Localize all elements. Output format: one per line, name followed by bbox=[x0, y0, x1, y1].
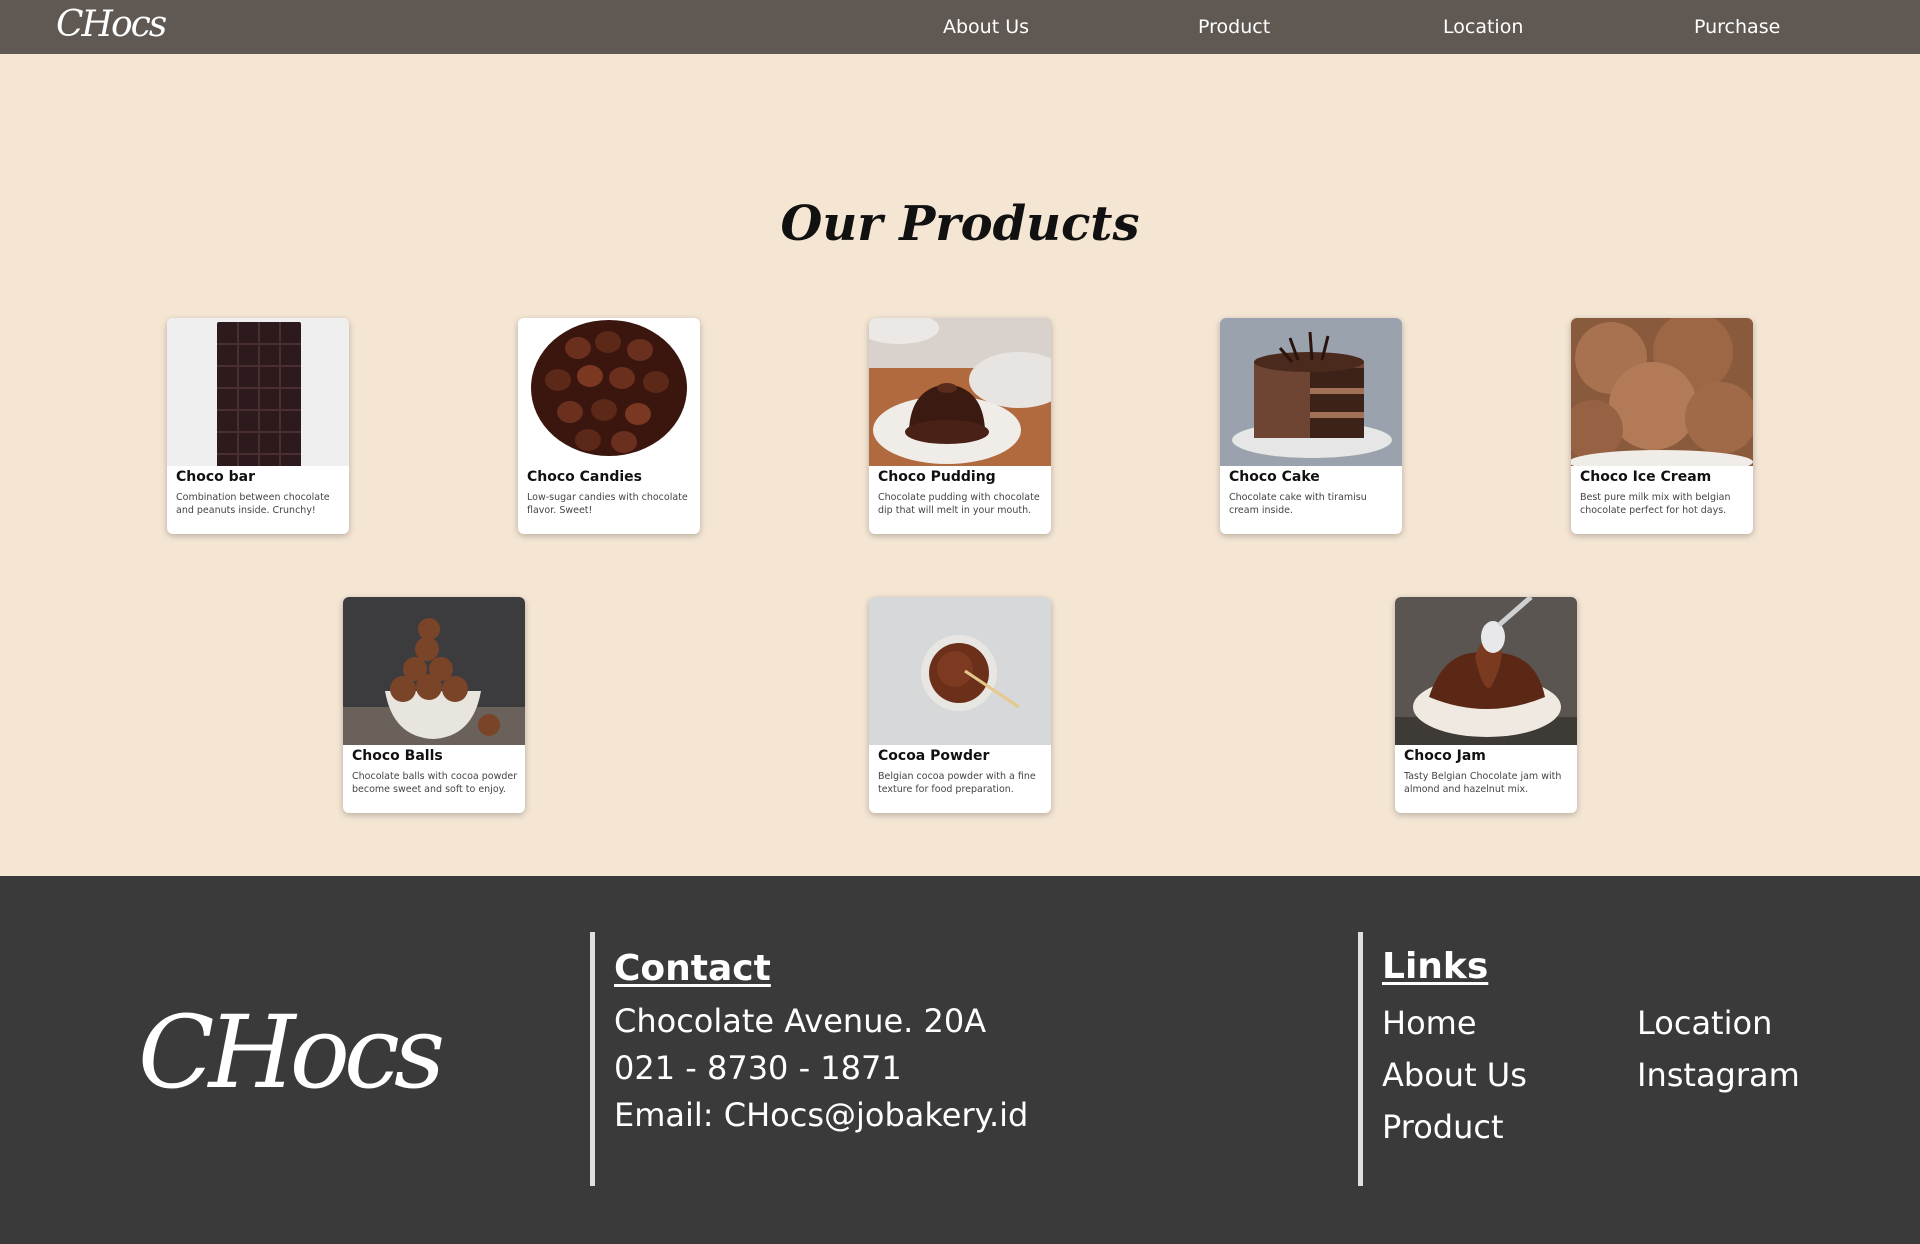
footer-link-instagram[interactable]: Instagram bbox=[1637, 1056, 1800, 1094]
product-description: Chocolate cake with tiramisu cream insid… bbox=[1229, 492, 1367, 516]
footer-divider bbox=[590, 932, 595, 1186]
contact-address: Chocolate Avenue. 20A bbox=[614, 1002, 987, 1040]
product-card-choco-candies[interactable]: Choco Candies Low-sugar candies with cho… bbox=[518, 318, 700, 534]
nav-link-about-us[interactable]: About Us bbox=[943, 16, 1029, 38]
chocolate-balls-image bbox=[343, 597, 525, 745]
chocolate-candies-image bbox=[518, 318, 700, 466]
nav-link-purchase[interactable]: Purchase bbox=[1694, 16, 1780, 38]
product-description: Tasty Belgian Chocolate jam with almond … bbox=[1404, 771, 1562, 795]
product-name: Choco Pudding bbox=[878, 469, 996, 485]
product-name: Choco Jam bbox=[1404, 748, 1486, 764]
product-card-choco-pudding[interactable]: Choco Pudding Chocolate pudding with cho… bbox=[869, 318, 1051, 534]
chocolate-bar-image bbox=[167, 318, 349, 466]
product-name: Choco Cake bbox=[1229, 469, 1320, 485]
product-name: Cocoa Powder bbox=[878, 748, 990, 764]
product-name: Choco bar bbox=[176, 469, 256, 485]
product-description: Combination between chocolate and peanut… bbox=[176, 492, 330, 516]
links-heading: Links bbox=[1382, 946, 1489, 987]
nav-link-product[interactable]: Product bbox=[1198, 16, 1270, 38]
chocolate-pudding-image bbox=[869, 318, 1051, 466]
product-card-choco-ice-cream[interactable]: Choco Ice Cream Best pure milk mix with … bbox=[1571, 318, 1753, 534]
contact-email: Email: CHocs@jobakery.id bbox=[614, 1096, 1029, 1134]
product-card-choco-cake[interactable]: Choco Cake Chocolate cake with tiramisu … bbox=[1220, 318, 1402, 534]
chocolate-jam-image bbox=[1395, 597, 1577, 745]
cocoa-powder-image bbox=[869, 597, 1051, 745]
product-description: Low-sugar candies with chocolate flavor.… bbox=[527, 492, 688, 516]
product-card-cocoa-powder[interactable]: Cocoa Powder Belgian cocoa powder with a… bbox=[869, 597, 1051, 813]
footer-link-product[interactable]: Product bbox=[1382, 1108, 1504, 1146]
top-navbar: CHocs About Us Product Location Purchase bbox=[0, 0, 1920, 54]
product-description: Chocolate balls with cocoa powder become… bbox=[352, 771, 518, 795]
products-heading: Our Products bbox=[780, 196, 1140, 252]
contact-phone: 021 - 8730 - 1871 bbox=[614, 1049, 902, 1087]
product-name: Choco Candies bbox=[527, 469, 642, 485]
footer-brand-logo: CHocs bbox=[138, 994, 445, 1111]
footer-link-location[interactable]: Location bbox=[1637, 1004, 1772, 1042]
product-card-choco-balls[interactable]: Choco Balls Chocolate balls with cocoa p… bbox=[343, 597, 525, 813]
chocolate-ice-cream-image bbox=[1571, 318, 1753, 466]
contact-heading: Contact bbox=[614, 948, 771, 989]
site-footer: CHocs Contact Chocolate Avenue. 20A 021 … bbox=[0, 876, 1920, 1244]
product-description: Best pure milk mix with belgian chocolat… bbox=[1580, 492, 1731, 516]
nav-link-location[interactable]: Location bbox=[1443, 16, 1523, 38]
footer-link-home[interactable]: Home bbox=[1382, 1004, 1477, 1042]
chocolate-cake-image bbox=[1220, 318, 1402, 466]
product-description: Belgian cocoa powder with a fine texture… bbox=[878, 771, 1036, 795]
product-name: Choco Ice Cream bbox=[1580, 469, 1712, 485]
product-card-choco-bar[interactable]: Choco bar Combination between chocolate … bbox=[167, 318, 349, 534]
product-name: Choco Balls bbox=[352, 748, 443, 764]
product-description: Chocolate pudding with chocolate dip tha… bbox=[878, 492, 1040, 516]
brand-logo[interactable]: CHocs bbox=[56, 4, 167, 45]
product-card-choco-jam[interactable]: Choco Jam Tasty Belgian Chocolate jam wi… bbox=[1395, 597, 1577, 813]
footer-divider bbox=[1358, 932, 1363, 1186]
footer-link-about-us[interactable]: About Us bbox=[1382, 1056, 1527, 1094]
